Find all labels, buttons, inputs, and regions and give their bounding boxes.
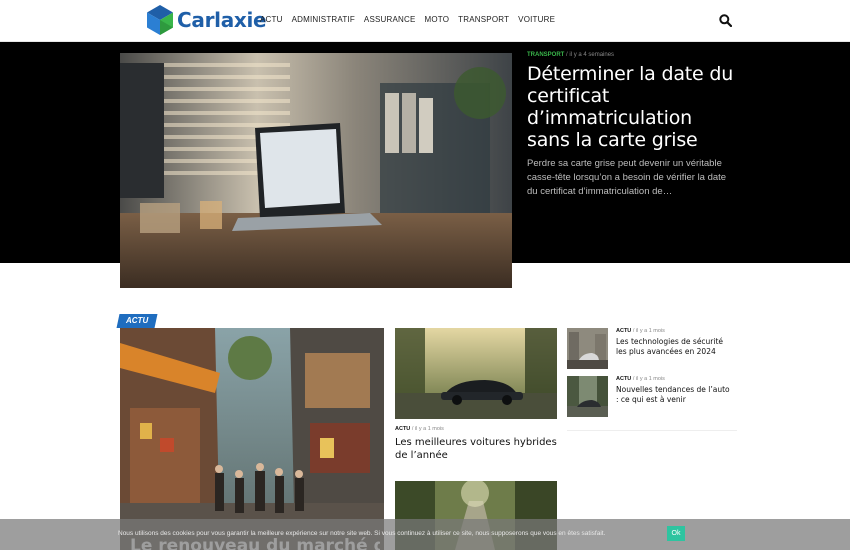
nav-item-moto[interactable]: MOTO <box>425 15 450 24</box>
hero-excerpt: Perdre sa carte grise peut devenir un vé… <box>527 158 727 197</box>
site-logo[interactable]: Carlaxie <box>146 4 267 36</box>
nav-item-administratif[interactable]: ADMINISTRATIF <box>292 15 355 24</box>
big-card-image[interactable] <box>120 328 384 550</box>
hero-date: il y a 4 semaines <box>569 52 615 58</box>
side-item-meta: ACTU / il y a 1 mois <box>616 328 665 334</box>
auto-trends-photo <box>567 376 608 417</box>
mid-card-meta: ACTU / il y a 1 mois <box>395 426 444 432</box>
mid-card-date: il y a 1 mois <box>414 426 444 432</box>
main-nav: ACTU ADMINISTRATIF ASSURANCE MOTO TRANSP… <box>260 15 555 24</box>
hybrid-car-photo <box>395 328 557 419</box>
hero-image[interactable] <box>120 53 512 288</box>
nav-item-transport[interactable]: TRANSPORT <box>458 15 509 24</box>
cookie-bar: Nous utilisons des cookies pour vous gar… <box>0 519 850 550</box>
side-separator <box>567 430 737 431</box>
section-badge[interactable]: ACTU <box>116 314 158 328</box>
nav-item-voiture[interactable]: VOITURE <box>518 15 555 24</box>
mid-card-category[interactable]: ACTU <box>395 426 410 432</box>
hero-category[interactable]: TRANSPORT <box>527 52 564 58</box>
side-item-date: il y a 1 mois <box>635 328 665 334</box>
cookie-ok-button[interactable]: Ok <box>667 526 685 541</box>
side-item-thumbnail[interactable] <box>567 328 608 369</box>
logo-mark-icon <box>147 5 173 35</box>
nav-item-assurance[interactable]: ASSURANCE <box>364 15 416 24</box>
mid-card-title[interactable]: Les meilleures voitures hybrides de l’an… <box>395 436 557 462</box>
nav-item-actu[interactable]: ACTU <box>260 15 283 24</box>
street-market-photo <box>120 328 384 550</box>
side-item-thumbnail[interactable] <box>567 376 608 417</box>
logo-text: Carlaxie <box>177 8 267 32</box>
side-item-date: il y a 1 mois <box>635 376 665 382</box>
side-item-category[interactable]: ACTU <box>616 376 631 382</box>
search-icon[interactable] <box>719 14 732 27</box>
safety-tech-photo <box>567 328 608 369</box>
mid-card-image[interactable] <box>395 328 557 419</box>
section-badge-label: ACTU <box>126 316 149 325</box>
site-header: Carlaxie ACTU ADMINISTRATIF ASSURANCE MO… <box>0 0 850 42</box>
side-item-category[interactable]: ACTU <box>616 328 631 334</box>
hero-office-photo <box>120 53 512 288</box>
hero-meta: TRANSPORT / il y a 4 semaines <box>527 52 614 58</box>
side-item-meta: ACTU / il y a 1 mois <box>616 376 665 382</box>
cookie-text: Nous utilisons des cookies pour vous gar… <box>118 530 606 537</box>
side-item-title[interactable]: Les technologies de sécurité les plus av… <box>616 337 734 357</box>
hero-title[interactable]: Déterminer la date du certificat d’immat… <box>527 63 737 151</box>
side-item-title[interactable]: Nouvelles tendances de l’auto : ce qui e… <box>616 385 734 405</box>
